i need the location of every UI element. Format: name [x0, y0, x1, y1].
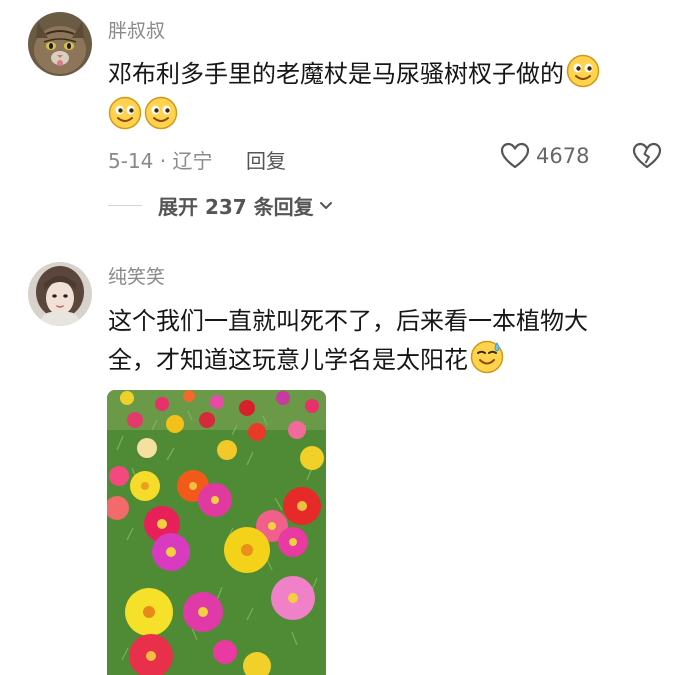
comment-list: 胖叔叔 邓布利多手里的老魔杖是马尿骚树杈子做的 5-14 · 辽宁 回复 467… [0, 0, 690, 675]
like-button[interactable]: 4678 [500, 142, 589, 170]
user-avatar-cat[interactable] [28, 12, 92, 76]
smiling-emoji-icon [108, 96, 142, 130]
broken-heart-icon [632, 142, 662, 169]
comment-date: 5-14 [108, 149, 154, 173]
comment-emoji-row [108, 96, 178, 132]
comment-location: 辽宁 [172, 149, 213, 173]
sweat-smile-emoji-icon [470, 340, 504, 374]
comment-username[interactable]: 纯笑笑 [108, 262, 165, 289]
dislike-button[interactable] [632, 142, 662, 174]
comment-text-line: 邓布利多手里的老魔杖是马尿骚树杈子做的 [108, 60, 564, 88]
chevron-down-icon [319, 201, 332, 209]
expand-replies-label: 展开 237 条回复 [158, 195, 314, 219]
comment-body: 这个我们一直就叫死不了，后来看一本植物大 全，才知道这玩意儿学名是太阳花 [108, 303, 588, 379]
heart-icon [500, 142, 530, 169]
flower-image [107, 390, 326, 675]
expand-replies-button[interactable]: 展开 237 条回复 [108, 191, 334, 220]
smiling-emoji-icon [566, 54, 600, 88]
comment-text-line: 全，才知道这玩意儿学名是太阳花 [108, 346, 468, 374]
comment-meta: 5-14 · 辽宁 [108, 149, 213, 173]
user-avatar-girl[interactable] [28, 262, 92, 326]
reply-button[interactable]: 回复 [246, 145, 286, 174]
comment-username[interactable]: 胖叔叔 [108, 16, 165, 43]
smiling-emoji-icon [144, 96, 178, 130]
like-count: 4678 [536, 144, 590, 168]
comment-body: 邓布利多手里的老魔杖是马尿骚树杈子做的 [108, 54, 600, 93]
comment-text-line: 这个我们一直就叫死不了，后来看一本植物大 [108, 307, 588, 335]
divider-line [108, 205, 142, 206]
sun-flower-photo[interactable] [107, 390, 326, 675]
